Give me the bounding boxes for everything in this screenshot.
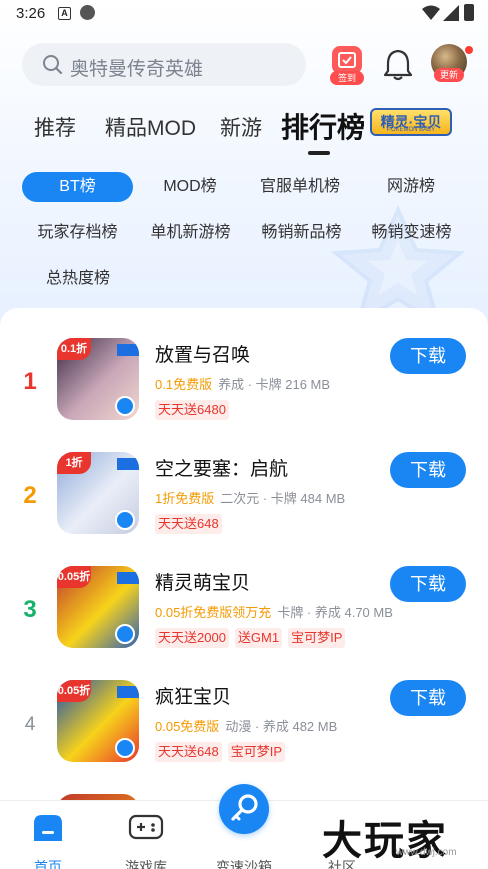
- download-button[interactable]: 下载: [390, 680, 466, 716]
- game-info: 动漫 · 养成 482 MB: [225, 719, 338, 734]
- game-tag: 天天送648: [155, 742, 222, 762]
- rank-tab-hot-new[interactable]: 畅销新品榜: [254, 218, 349, 248]
- rank-number: 3: [23, 596, 37, 623]
- tab-mod[interactable]: 精品MOD: [105, 112, 196, 142]
- speed-ribbon-icon: [117, 344, 139, 356]
- search-icon: [43, 55, 63, 75]
- bell-icon[interactable]: [383, 47, 413, 81]
- rank-number: 4: [24, 714, 36, 735]
- nav-game-library[interactable]: 游戏库: [106, 809, 186, 869]
- ranking-list: 1 0.1折 放置与召唤 0.1免费版 养成 · 卡牌 216 MB 天天送6480 下载 2…: [0, 308, 488, 869]
- game-discount: 0.1免费版: [155, 377, 213, 392]
- game-info: 卡牌 · 养成 4.70 MB: [277, 605, 393, 620]
- game-meta: 0.05折免费版领万充 卡牌 · 养成 4.70 MB: [155, 602, 393, 621]
- search-bar[interactable]: 奥特曼传奇英雄: [22, 43, 306, 86]
- wifi-icon: [422, 5, 440, 20]
- game-tags: 天天送2000 送GM1 宝可梦IP: [155, 628, 351, 648]
- game-name[interactable]: 放置与召唤: [155, 340, 250, 367]
- game-tag: 宝可梦IP: [227, 742, 285, 762]
- discount-corner: 0.05折: [57, 566, 91, 588]
- game-name[interactable]: 精灵萌宝贝: [155, 568, 250, 595]
- tab-recommend[interactable]: 推荐: [34, 112, 76, 142]
- key-icon: [231, 794, 258, 821]
- game-tag: 天天送2000: [155, 628, 229, 648]
- active-tab-indicator: [308, 151, 330, 155]
- game-info: 养成 · 卡牌 216 MB: [218, 377, 331, 392]
- game-tag: 送GM1: [234, 628, 283, 648]
- key-badge-icon: [115, 624, 135, 644]
- checkin-label: 签到: [330, 71, 364, 85]
- game-tags: 天天送648: [155, 514, 228, 534]
- tab-rankings[interactable]: 排行榜: [281, 106, 365, 146]
- download-button[interactable]: 下载: [390, 338, 466, 374]
- tab-new-games[interactable]: 新游: [220, 112, 262, 142]
- watermark-url: www.dwj.com: [396, 847, 457, 858]
- game-tags: 天天送6480: [155, 400, 235, 420]
- notification-a-icon: A: [58, 7, 71, 20]
- home-icon: [34, 815, 62, 841]
- battery-icon: [464, 4, 474, 21]
- discount-corner: 0.05折: [57, 680, 91, 702]
- rank-tab-single-new[interactable]: 单机新游榜: [143, 218, 238, 248]
- game-icon[interactable]: 0.05折: [57, 566, 139, 648]
- rank-tab-total-heat[interactable]: 总热度榜: [38, 264, 118, 294]
- game-row[interactable]: 4 0.05折 疯狂宝贝 0.05免费版 动漫 · 养成 482 MB 天天送648 宝可梦…: [0, 680, 488, 790]
- game-discount: 0.05免费版: [155, 719, 220, 734]
- speed-ribbon-icon: [117, 458, 139, 470]
- speed-ribbon-icon: [117, 572, 139, 584]
- game-meta: 0.1免费版 养成 · 卡牌 216 MB: [155, 374, 330, 393]
- rank-tab-online[interactable]: 网游榜: [375, 172, 447, 202]
- rank-tab-official[interactable]: 官服单机榜: [250, 172, 350, 202]
- rank-tab-player-saves[interactable]: 玩家存档榜: [30, 218, 125, 248]
- key-badge-icon: [115, 738, 135, 758]
- game-meta: 0.05免费版 动漫 · 养成 482 MB: [155, 716, 337, 735]
- rank-tab-hot-speed[interactable]: 畅销变速榜: [364, 218, 459, 248]
- game-tag: 天天送648: [155, 514, 222, 534]
- calendar-check-icon: [332, 46, 362, 74]
- notification-dot-icon: [80, 5, 95, 20]
- speed-sandbox-button[interactable]: [219, 784, 269, 834]
- rank-number: 2: [23, 482, 37, 509]
- game-discount: 1折免费版: [155, 491, 215, 506]
- game-row[interactable]: 2 1折 空之要塞：启航 1折免费版 二次元 · 卡牌 484 MB 天天送648 下载: [0, 452, 488, 562]
- discount-corner: 1折: [57, 452, 91, 474]
- nav-game-library-label: 游戏库: [125, 859, 167, 869]
- game-name[interactable]: 疯狂宝贝: [155, 682, 231, 709]
- checkin-button[interactable]: 签到: [330, 46, 364, 85]
- rank-tab-bt[interactable]: BT榜: [22, 172, 133, 202]
- main-tabs: 推荐 精品MOD 新游 排行榜 精灵·宝贝 POKEMON BABY: [0, 100, 488, 160]
- game-tag: 天天送6480: [155, 400, 229, 420]
- nav-speed-sandbox-label: 变速沙箱: [216, 859, 272, 869]
- nav-home-label: 首页: [34, 859, 62, 869]
- search-placeholder: 奥特曼传奇英雄: [70, 59, 204, 80]
- key-badge-icon: [115, 510, 135, 530]
- game-row[interactable]: 3 0.05折 精灵萌宝贝 0.05折免费版领万充 卡牌 · 养成 4.70 MB 天天送…: [0, 566, 488, 676]
- game-tag: 宝可梦IP: [288, 628, 346, 648]
- game-meta: 1折免费版 二次元 · 卡牌 484 MB: [155, 488, 345, 507]
- game-icon[interactable]: 0.05折: [57, 680, 139, 762]
- status-bar: 3:26 A: [0, 0, 488, 28]
- rank-number: 1: [23, 368, 37, 395]
- download-button[interactable]: 下载: [390, 452, 466, 488]
- logo-subtext: POKEMON BABY: [386, 127, 436, 133]
- game-name[interactable]: 空之要塞：启航: [155, 454, 288, 481]
- nav-home[interactable]: 首页: [8, 809, 88, 869]
- game-icon[interactable]: 0.1折: [57, 338, 139, 420]
- rank-tab-mod[interactable]: MOD榜: [150, 172, 230, 202]
- game-row[interactable]: 1 0.1折 放置与召唤 0.1免费版 养成 · 卡牌 216 MB 天天送6480 下载: [0, 338, 488, 448]
- game-icon[interactable]: 1折: [57, 452, 139, 534]
- pokemon-baby-logo[interactable]: 精灵·宝贝 POKEMON BABY: [370, 108, 452, 136]
- game-discount: 0.05折免费版领万充: [155, 605, 272, 620]
- discount-corner: 0.1折: [57, 338, 91, 360]
- signal-icon: [443, 5, 459, 21]
- gamepad-icon: [128, 814, 164, 840]
- key-badge-icon: [115, 396, 135, 416]
- download-button[interactable]: 下载: [390, 566, 466, 602]
- status-time: 3:26: [16, 5, 46, 22]
- speed-ribbon-icon: [117, 686, 139, 698]
- game-tags: 天天送648 宝可梦IP: [155, 742, 291, 762]
- game-info: 二次元 · 卡牌 484 MB: [220, 491, 346, 506]
- update-badge: 更新: [434, 68, 464, 82]
- notification-dot: [465, 46, 473, 54]
